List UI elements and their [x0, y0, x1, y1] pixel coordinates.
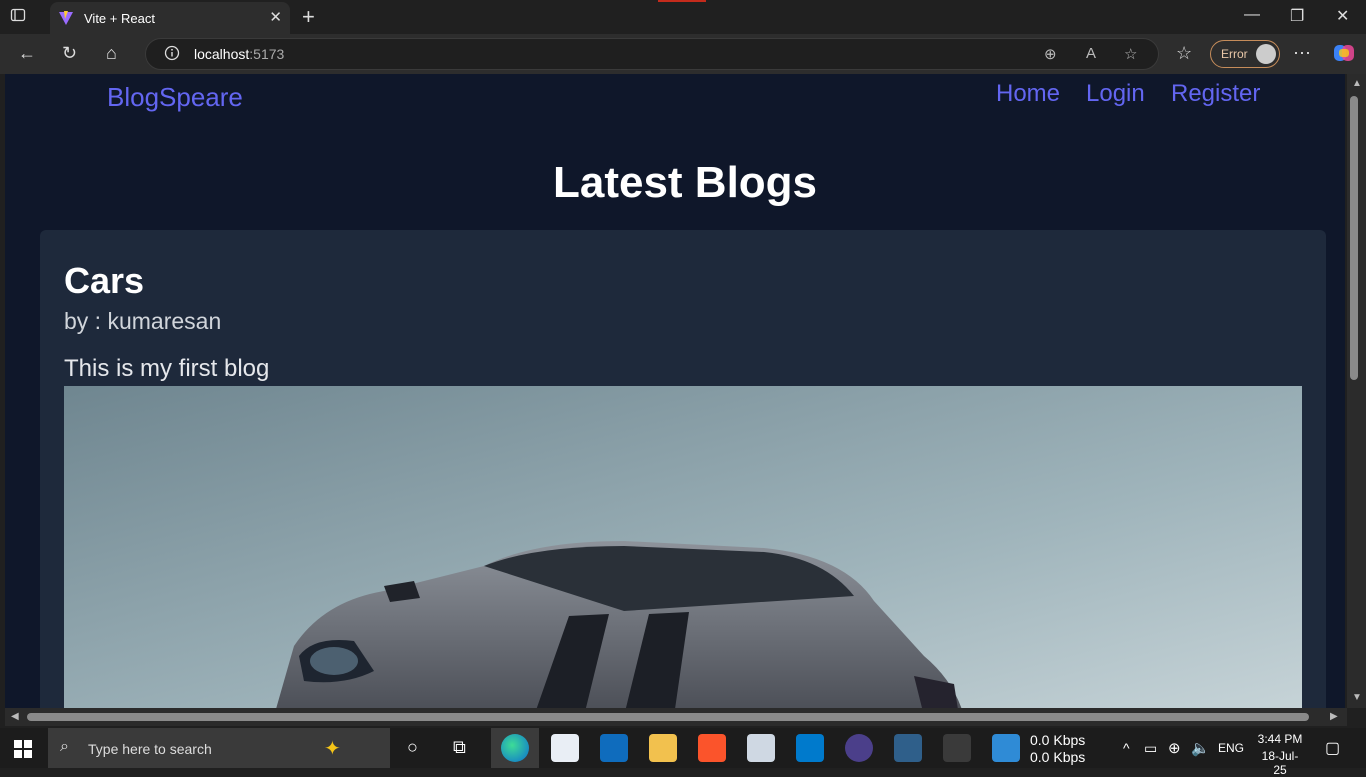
back-icon[interactable]: ←: [18, 43, 36, 63]
post-image: [64, 386, 1302, 708]
file-explorer-icon[interactable]: [649, 734, 677, 762]
tab-title: Vite + React: [84, 11, 155, 26]
taskbar-search-box[interactable]: ⌕ Type here to search ✦: [48, 728, 390, 768]
language-indicator[interactable]: ENG: [1218, 741, 1244, 755]
address-bar[interactable]: localhost:5173 ⊕ A ☆: [145, 38, 1159, 70]
profile-error-button[interactable]: Error: [1210, 40, 1280, 68]
windows-start-icon[interactable]: [14, 740, 32, 758]
net-down-speed: 0.0 Kbps: [1030, 732, 1086, 748]
read-aloud-icon[interactable]: A: [1086, 45, 1096, 62]
mysql-workbench-icon[interactable]: [894, 734, 922, 762]
home-icon[interactable]: ⌂: [106, 43, 117, 63]
close-tab-icon[interactable]: ✕: [269, 8, 282, 26]
brand-logo[interactable]: BlogSpeare: [107, 82, 243, 113]
clock-time: 3:44 PM: [1257, 732, 1303, 746]
cortana-icon[interactable]: ○: [407, 737, 418, 758]
sparkle-icon: ✦: [324, 738, 341, 760]
vertical-scroll-thumb[interactable]: [1350, 96, 1358, 380]
close-window-icon[interactable]: ✕: [1336, 6, 1349, 26]
favorites-icon[interactable]: ☆: [1176, 43, 1192, 63]
windows-taskbar: ⌕ Type here to search ✦ ○ ⧉ 0.0 Kbps 0.0…: [0, 728, 1366, 777]
post-body: This is my first blog: [64, 355, 270, 382]
edge-app-icon[interactable]: [501, 734, 529, 762]
scroll-up-icon[interactable]: ▲: [1352, 78, 1362, 89]
photos-app-icon[interactable]: [992, 734, 1020, 762]
network-icon[interactable]: ⊕: [1168, 739, 1181, 757]
tray-overflow-icon[interactable]: ^: [1123, 740, 1130, 756]
nav-register-link[interactable]: Register: [1171, 80, 1260, 108]
clock-date: 18-Jul-25: [1261, 749, 1299, 777]
url-port: :5173: [249, 46, 285, 62]
volume-icon[interactable]: 🔈: [1191, 739, 1210, 757]
net-up-speed: 0.0 Kbps: [1030, 749, 1086, 765]
task-view-icon[interactable]: ⧉: [453, 737, 466, 758]
more-menu-icon[interactable]: ⋯: [1293, 43, 1311, 63]
avatar-icon: [1256, 44, 1276, 64]
clock[interactable]: 3:44 PM 18-Jul-25: [1256, 732, 1304, 777]
store-app-icon[interactable]: [551, 734, 579, 762]
horizontal-scroll-thumb[interactable]: [27, 713, 1309, 721]
search-icon: ⌕: [60, 738, 69, 755]
brave-app-icon[interactable]: [698, 734, 726, 762]
nav-login-link[interactable]: Login: [1086, 80, 1145, 108]
post-title: Cars: [64, 260, 145, 301]
post-author: by : kumaresan: [64, 308, 222, 334]
blog-card[interactable]: Cars by : kumaresan This is my first blo…: [40, 230, 1326, 708]
favorite-star-icon[interactable]: ☆: [1124, 45, 1137, 63]
restore-icon[interactable]: ❐: [1290, 6, 1304, 26]
horizontal-scrollbar[interactable]: ◀ ▶: [5, 708, 1347, 726]
profile-status: Error: [1221, 47, 1248, 61]
battery-icon[interactable]: ▭: [1144, 740, 1157, 757]
scroll-right-icon[interactable]: ▶: [1330, 711, 1338, 722]
vite-icon: [58, 10, 74, 26]
vertical-scrollbar[interactable]: ▲ ▼: [1347, 74, 1366, 708]
scroll-left-icon[interactable]: ◀: [11, 711, 19, 722]
vscode-app-icon[interactable]: [796, 734, 824, 762]
notifications-icon[interactable]: ▢: [1325, 738, 1340, 758]
network-speed-widget: 0.0 Kbps 0.0 Kbps: [1030, 732, 1085, 766]
url-host: localhost: [194, 46, 250, 62]
page-title: Latest Blogs: [552, 158, 818, 207]
page-viewport: BlogSpeare Home Login Register Latest Bl…: [5, 74, 1345, 708]
browser-tab-bar: Vite + React ✕ + — ❐ ✕: [0, 0, 1366, 34]
tab-actions-icon[interactable]: [10, 7, 38, 27]
refresh-icon[interactable]: ↻: [62, 43, 77, 63]
zoom-icon[interactable]: ⊕: [1044, 45, 1057, 63]
url-text[interactable]: localhost:5173: [194, 46, 284, 62]
search-placeholder: Type here to search: [88, 741, 212, 757]
copilot-icon[interactable]: [1333, 43, 1355, 67]
eclipse-app-icon[interactable]: [845, 734, 873, 762]
minimize-icon[interactable]: —: [1244, 6, 1260, 24]
browser-toolbar: ← ↻ ⌂ localhost:5173 ⊕ A ☆ ☆ Error ⋯: [0, 34, 1366, 74]
site-info-icon[interactable]: [164, 45, 180, 61]
outlook-app-icon[interactable]: [600, 734, 628, 762]
python-app-icon[interactable]: [747, 734, 775, 762]
snipping-tool-icon[interactable]: [943, 734, 971, 762]
new-tab-icon[interactable]: +: [302, 4, 315, 30]
tab-bar-indicator: [658, 0, 706, 2]
nav-home-link[interactable]: Home: [996, 80, 1060, 108]
browser-tab[interactable]: Vite + React ✕: [50, 2, 290, 34]
scroll-down-icon[interactable]: ▼: [1352, 692, 1362, 703]
